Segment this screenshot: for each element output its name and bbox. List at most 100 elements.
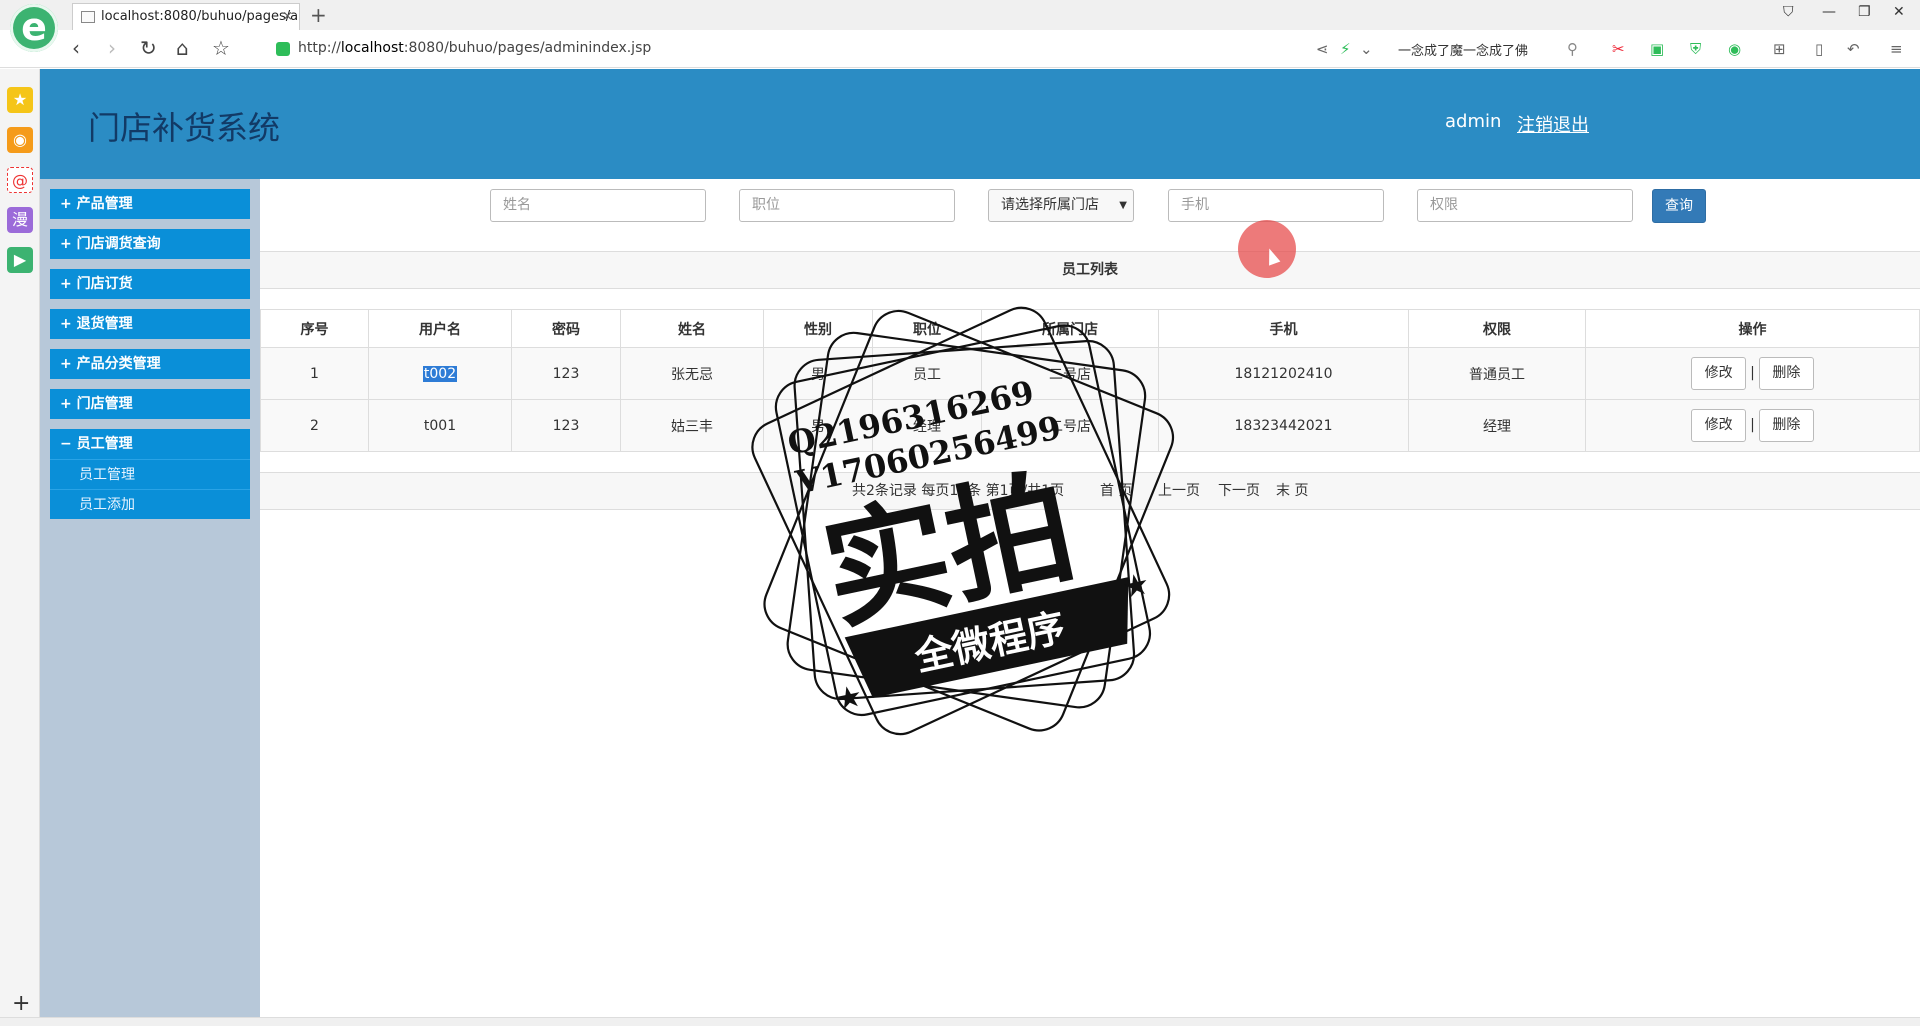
col-actions: 操作 <box>1585 309 1920 348</box>
cell-username[interactable]: t002 <box>368 347 512 400</box>
menu-store-order[interactable]: + 门店订货 <box>50 269 250 299</box>
browser-tab[interactable]: localhost:8080/buhuo/pages/a × <box>72 3 300 30</box>
phone-field[interactable]: 手机 <box>1168 189 1384 222</box>
col-no: 序号 <box>260 309 369 348</box>
pager-last[interactable]: 末 页 <box>1276 473 1308 509</box>
skin-icon[interactable]: ⛉ <box>1783 4 1794 20</box>
logout-link[interactable]: 注销退出 <box>1517 111 1589 137</box>
name-field[interactable]: 姓名 <box>490 189 706 222</box>
comic-icon[interactable]: 漫 <box>7 207 33 233</box>
new-tab-button[interactable]: + <box>310 3 327 27</box>
cell-permission: 普通员工 <box>1408 347 1586 400</box>
back-icon[interactable]: ‹ <box>72 36 80 60</box>
cell-store: 二号店 <box>981 399 1159 452</box>
minimize-icon[interactable]: — <box>1822 4 1836 20</box>
menu-transfer-query[interactable]: + 门店调货查询 <box>50 229 250 259</box>
store-select-value: 请选择所属门店 <box>1001 197 1099 213</box>
page-favicon-icon <box>81 11 95 23</box>
favorites-star-icon[interactable]: ★ <box>7 87 33 113</box>
browser-search-input[interactable]: 一念成了魔一念成了佛 <box>1398 40 1528 59</box>
query-button[interactable]: 查询 <box>1652 189 1706 223</box>
pager-next[interactable]: 下一页 <box>1218 473 1260 509</box>
edit-button[interactable]: 修改 <box>1691 357 1747 390</box>
app-title: 门店补货系统 <box>88 109 281 147</box>
browser-tabbar: localhost:8080/buhuo/pages/a × + ⛉ — ❐ ✕ <box>0 0 1920 30</box>
weibo-icon[interactable]: ◉ <box>7 127 33 153</box>
mail-icon[interactable]: @ <box>7 167 33 193</box>
cell-gender: 男 <box>763 399 873 452</box>
address-bar: ‹ › ↻ ⌂ ☆ http://localhost:8080/buhuo/pa… <box>0 30 1920 68</box>
menu-product[interactable]: + 产品管理 <box>50 189 250 219</box>
pager-first[interactable]: 首 页 <box>1100 473 1132 509</box>
favorite-star-icon[interactable]: ☆ <box>212 36 230 60</box>
add-sidebar-icon[interactable]: + <box>12 991 30 1016</box>
cell-password: 123 <box>511 399 621 452</box>
position-field[interactable]: 职位 <box>739 189 955 222</box>
selected-text: t002 <box>422 365 458 382</box>
url-input[interactable]: http://localhost:8080/buhuo/pages/admini… <box>298 40 651 56</box>
restore-icon[interactable]: ❐ <box>1858 4 1871 20</box>
game-icon[interactable]: ◉ <box>1728 40 1741 58</box>
cell-position: 员工 <box>872 347 982 400</box>
menu-icon[interactable]: ≡ <box>1890 40 1903 58</box>
extension-icon[interactable]: ▣ <box>1650 40 1664 58</box>
share-icon[interactable]: ⋖ <box>1316 40 1329 58</box>
pager-summary: 共2条记录 每页10条 第1页/共1页 <box>852 483 1065 499</box>
app-sidebar: + 产品管理 + 门店调货查询 + 门店订货 + 退货管理 + 产品分类管理 +… <box>40 179 260 1017</box>
app-header: 门店补货系统 admin 注销退出 <box>40 69 1920 179</box>
delete-button[interactable]: 删除 <box>1758 357 1814 390</box>
col-name: 姓名 <box>620 309 764 348</box>
cell-name: 张无忌 <box>620 347 764 400</box>
submenu-employee-manage[interactable]: 员工管理 <box>50 459 250 489</box>
tab-title: localhost:8080/buhuo/pages/a <box>101 9 299 24</box>
col-username: 用户名 <box>368 309 512 348</box>
search-icon[interactable]: ⚲ <box>1567 40 1578 58</box>
pager-prev[interactable]: 上一页 <box>1158 473 1200 509</box>
action-separator: | <box>1750 417 1755 433</box>
store-select[interactable]: 请选择所属门店 ▼ <box>988 189 1134 222</box>
secure-shield-icon <box>276 42 290 56</box>
pagination: 共2条记录 每页10条 第1页/共1页 首 页 上一页 下一页 末 页 <box>260 472 1920 510</box>
home-icon[interactable]: ⌂ <box>176 36 189 60</box>
shield-icon[interactable]: ⛨ <box>1690 40 1701 58</box>
employee-table: 序号 用户名 密码 姓名 性别 职位 所属门店 手机 权限 操作 1 t002 … <box>260 309 1920 452</box>
submenu-employee-add[interactable]: 员工添加 <box>50 489 250 519</box>
cell-password: 123 <box>511 347 621 400</box>
menu-employee[interactable]: − 员工管理 <box>50 429 250 459</box>
edit-button[interactable]: 修改 <box>1691 409 1747 442</box>
table-row: 2 t001 123 姑三丰 男 经理 二号店 18323442021 经理 修… <box>260 399 1920 452</box>
cell-phone: 18121202410 <box>1158 347 1409 400</box>
browser-logo-icon[interactable]: e <box>10 4 58 52</box>
tab-close-icon[interactable]: × <box>282 4 293 30</box>
scissors-icon[interactable]: ✂ <box>1612 40 1625 58</box>
reload-icon[interactable]: ↻ <box>140 36 157 60</box>
window-close-icon[interactable]: ✕ <box>1893 4 1905 20</box>
delete-button[interactable]: 删除 <box>1758 409 1814 442</box>
menu-return[interactable]: + 退货管理 <box>50 309 250 339</box>
permission-field[interactable]: 权限 <box>1417 189 1633 222</box>
col-gender: 性别 <box>763 309 873 348</box>
main-content: 姓名 职位 请选择所属门店 ▼ 手机 权限 查询 员工列表 序号 用户名 密码 … <box>260 179 1920 1017</box>
col-phone: 手机 <box>1158 309 1409 348</box>
mobile-icon[interactable]: ▯ <box>1815 40 1823 58</box>
list-title: 员工列表 <box>260 251 1920 289</box>
cell-store: 二号店 <box>981 347 1159 400</box>
undo-icon[interactable]: ↶ <box>1847 40 1860 58</box>
menu-category[interactable]: + 产品分类管理 <box>50 349 250 379</box>
speed-icon[interactable]: ⚡ <box>1340 40 1351 58</box>
col-store: 所属门店 <box>981 309 1159 348</box>
menu-store[interactable]: + 门店管理 <box>50 389 250 419</box>
chevron-down-icon[interactable]: ⌄ <box>1360 40 1373 58</box>
cell-name: 姑三丰 <box>620 399 764 452</box>
video-icon[interactable]: ▶ <box>7 247 33 273</box>
cell-gender: 男 <box>763 347 873 400</box>
dropdown-arrow-icon: ▼ <box>1119 200 1127 211</box>
col-position: 职位 <box>872 309 982 348</box>
action-separator: | <box>1750 365 1755 381</box>
apps-icon[interactable]: ⊞ <box>1773 40 1786 58</box>
col-permission: 权限 <box>1408 309 1586 348</box>
browser-sidebar: ★ ◉ @ 漫 ▶ + <box>0 69 40 1026</box>
cell-actions: 修改 | 删除 <box>1585 347 1920 400</box>
cell-phone: 18323442021 <box>1158 399 1409 452</box>
forward-icon[interactable]: › <box>108 36 116 60</box>
